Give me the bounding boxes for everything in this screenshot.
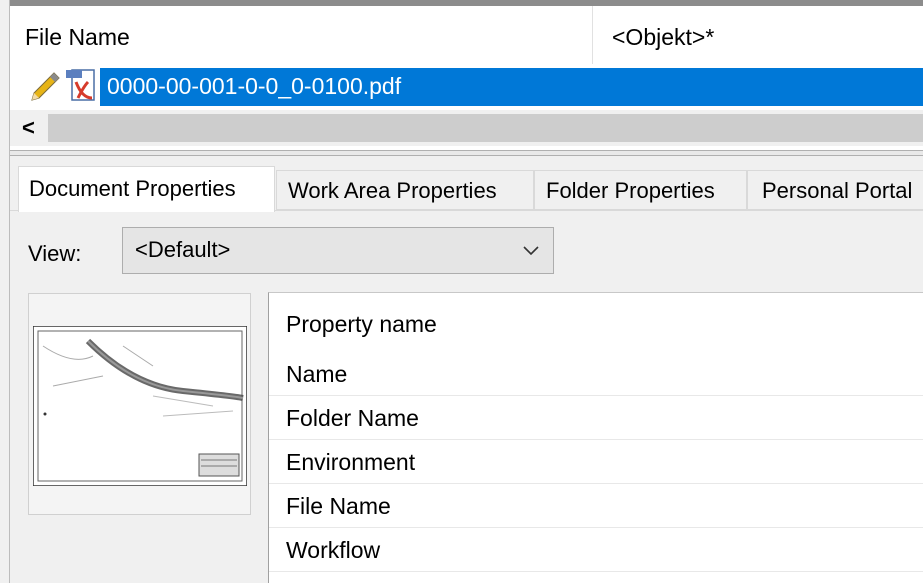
file-row[interactable]: 0000-00-001-0-0_0-0100.pdf: [20, 68, 923, 108]
tab-personal-portal[interactable]: Personal Portal: [747, 170, 923, 210]
file-name-cell: 0000-00-001-0-0_0-0100.pdf: [107, 73, 402, 99]
tab-document-properties[interactable]: Document Properties: [18, 166, 275, 212]
pencil-icon: [31, 72, 60, 101]
property-name: Environment: [286, 449, 416, 475]
scrollbar-thumb[interactable]: [48, 114, 923, 142]
view-dropdown[interactable]: <Default>: [122, 227, 554, 274]
property-name: Name: [286, 361, 348, 387]
document-preview: [28, 293, 251, 515]
column-header-objekt[interactable]: <Objekt>*: [612, 24, 714, 51]
property-name: Workflow: [286, 537, 381, 563]
property-name: Folder Name: [286, 405, 419, 431]
horizontal-scrollbar[interactable]: <: [10, 110, 923, 146]
preview-drawing: [33, 326, 247, 486]
property-row[interactable]: Name: [269, 352, 923, 396]
chevron-down-icon: [523, 246, 539, 256]
view-label: View:: [28, 241, 82, 266]
property-row[interactable]: Folder Name: [269, 396, 923, 440]
scroll-left-button[interactable]: <: [22, 112, 35, 144]
left-border: [0, 0, 10, 583]
tab-work-area-properties[interactable]: Work Area Properties: [276, 170, 534, 210]
property-row[interactable]: File Name: [269, 484, 923, 528]
property-row[interactable]: Environment: [269, 440, 923, 484]
column-divider[interactable]: [592, 6, 593, 64]
property-name: File Name: [286, 493, 391, 519]
property-row[interactable]: Workflow: [269, 528, 923, 572]
column-header-file-name[interactable]: File Name: [25, 24, 130, 51]
properties-header: Property name: [286, 311, 437, 337]
view-dropdown-value: <Default>: [135, 237, 231, 262]
pane-splitter[interactable]: [10, 150, 923, 156]
tab-folder-properties[interactable]: Folder Properties: [534, 170, 747, 210]
pdf-icon: [66, 69, 95, 101]
